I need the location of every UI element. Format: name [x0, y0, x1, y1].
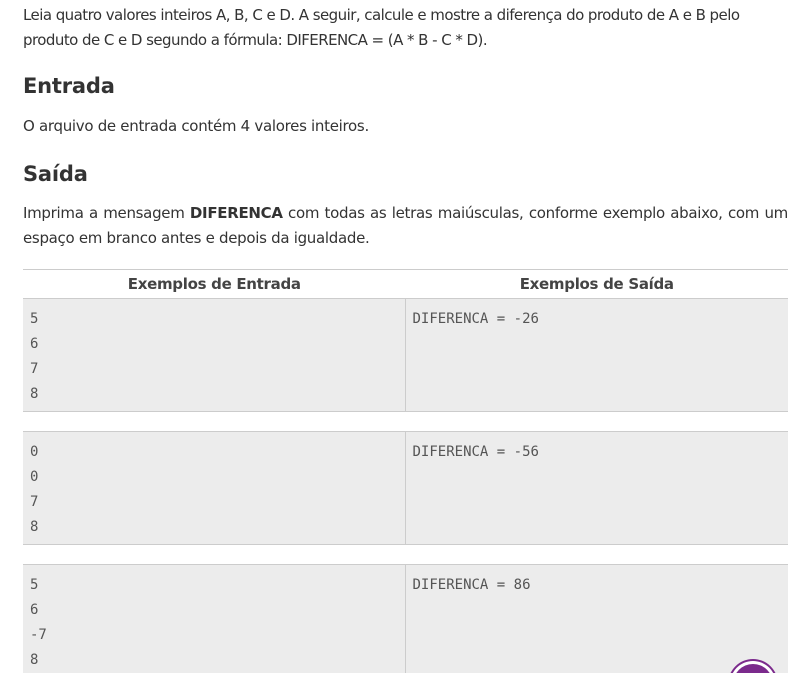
example-2-input-line: 0 — [30, 469, 39, 485]
example-3-input-line: 6 — [30, 602, 39, 618]
example-row-2: 0 0 7 8 DIFERENCA = -56 — [23, 431, 788, 545]
example-1-output-line: DIFERENCA = -26 — [412, 311, 539, 327]
examples-output-header: Exemplos de Saída — [519, 275, 674, 293]
example-2-output: DIFERENCA = -56 — [406, 432, 789, 544]
example-1-input-line: 6 — [30, 336, 39, 352]
example-2-input-line: 7 — [30, 494, 39, 510]
example-3-input: 5 6 -7 8 — [23, 565, 406, 673]
example-3-input-line: 8 — [30, 652, 39, 668]
example-3-input-line: -7 — [30, 627, 47, 643]
problem-description: Leia quatro valores inteiros A, B, C e D… — [23, 6, 740, 49]
example-3-output: DIFERENCA = 86 — [406, 565, 789, 673]
example-2-input-line: 0 — [30, 444, 39, 460]
input-description: O arquivo de entrada contém 4 valores in… — [23, 117, 369, 135]
example-1-input-line: 5 — [30, 311, 39, 327]
example-1-output: DIFERENCA = -26 — [406, 299, 789, 411]
example-row-1: 5 6 7 8 DIFERENCA = -26 — [23, 298, 788, 412]
example-2-input: 0 0 7 8 — [23, 432, 406, 544]
output-text-bold: DIFERENCA — [189, 204, 283, 222]
example-3-output-line: DIFERENCA = 86 — [412, 577, 531, 593]
example-row-3: 5 6 -7 8 DIFERENCA = 86 — [23, 564, 788, 673]
output-description: Imprima a mensagem DIFERENCA com todas a… — [23, 201, 788, 251]
example-2-output-line: DIFERENCA = -56 — [412, 444, 539, 460]
example-1-input-line: 7 — [30, 361, 39, 377]
example-1-input-line: 8 — [30, 386, 39, 402]
examples-input-header: Exemplos de Entrada — [127, 275, 301, 293]
example-1-input: 5 6 7 8 — [23, 299, 406, 411]
input-heading: Entrada — [23, 74, 115, 98]
output-heading: Saída — [23, 162, 88, 186]
example-2-input-line: 8 — [30, 519, 39, 535]
output-text-before: Imprima a mensagem — [23, 204, 190, 222]
example-3-input-line: 5 — [30, 577, 39, 593]
examples-table-header: Exemplos de Entrada Exemplos de Saída — [23, 269, 788, 299]
